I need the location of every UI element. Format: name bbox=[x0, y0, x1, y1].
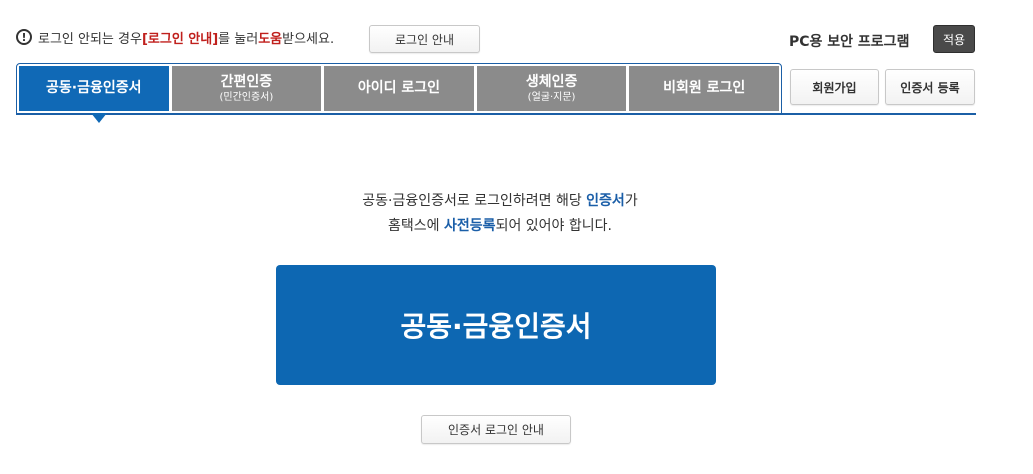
tab-sublabel: (민간인증서) bbox=[219, 91, 274, 103]
description-text: 되어 있어야 합니다. bbox=[495, 218, 612, 234]
tab-label: 공동·금융인증서 bbox=[46, 80, 142, 97]
tab-label: 비회원 로그인 bbox=[663, 80, 746, 97]
tab-label: 간편인증 bbox=[220, 73, 273, 90]
tab-guest-login[interactable]: 비회원 로그인 bbox=[629, 66, 779, 111]
tab-simple-auth[interactable]: 간편인증 (민간인증서) bbox=[171, 66, 322, 111]
description-highlight-certificate: 인증서 bbox=[586, 193, 625, 209]
certificate-login-button[interactable]: 공동·금융인증서 bbox=[276, 265, 716, 385]
security-program-label: PC용 보안 프로그램 bbox=[789, 34, 910, 50]
exclamation-circle-icon: ! bbox=[16, 29, 32, 45]
login-guide-button[interactable]: 로그인 안내 bbox=[369, 25, 480, 53]
notice-highlight-help: 도움 bbox=[258, 31, 283, 47]
active-tab-caret bbox=[91, 113, 107, 123]
certificate-register-button[interactable]: 인증서 등록 bbox=[885, 69, 975, 105]
tab-biometric-auth[interactable]: 생체인증 (얼굴·지문) bbox=[476, 66, 627, 111]
description-text: 홈택스에 bbox=[388, 218, 445, 234]
description-text: 가 bbox=[624, 193, 638, 209]
description-line-2: 홈택스에 사전등록되어 있어야 합니다. bbox=[0, 215, 1000, 235]
tab-label: 생체인증 bbox=[525, 73, 578, 90]
notice-text-middle: 를 눌러 bbox=[218, 31, 259, 47]
description-text: 공동·금융인증서로 로그인하려면 해당 bbox=[362, 193, 587, 209]
tab-joint-financial-certificate[interactable]: 공동·금융인증서 bbox=[19, 66, 169, 123]
login-help-notice: ! 로그인 안되는 경우 [로그인 안내] 를 눌러 도움 받으세요. bbox=[16, 27, 334, 47]
description-line-1: 공동·금융인증서로 로그인하려면 해당 인증서가 bbox=[0, 190, 1000, 210]
tab-label: 아이디 로그인 bbox=[357, 80, 441, 97]
tab-sublabel: (얼굴·지문) bbox=[527, 91, 576, 103]
login-method-tabs: 공동·금융인증서 간편인증 (민간인증서) 아이디 로그인 생체인증 (얼굴·지… bbox=[16, 63, 782, 123]
notice-text-prefix: 로그인 안되는 경우 bbox=[38, 31, 142, 47]
description-highlight-preregistration: 사전등록 bbox=[444, 218, 496, 234]
apply-security-button[interactable]: 적용 bbox=[933, 25, 975, 53]
certificate-login-guide-button[interactable]: 인증서 로그인 안내 bbox=[421, 415, 571, 444]
notice-highlight-login-guide: [로그인 안내] bbox=[141, 31, 219, 47]
join-button[interactable]: 회원가입 bbox=[790, 69, 879, 105]
tab-underline bbox=[781, 113, 976, 115]
notice-text-suffix: 받으세요. bbox=[282, 31, 335, 47]
tab-id-login[interactable]: 아이디 로그인 bbox=[324, 66, 474, 111]
